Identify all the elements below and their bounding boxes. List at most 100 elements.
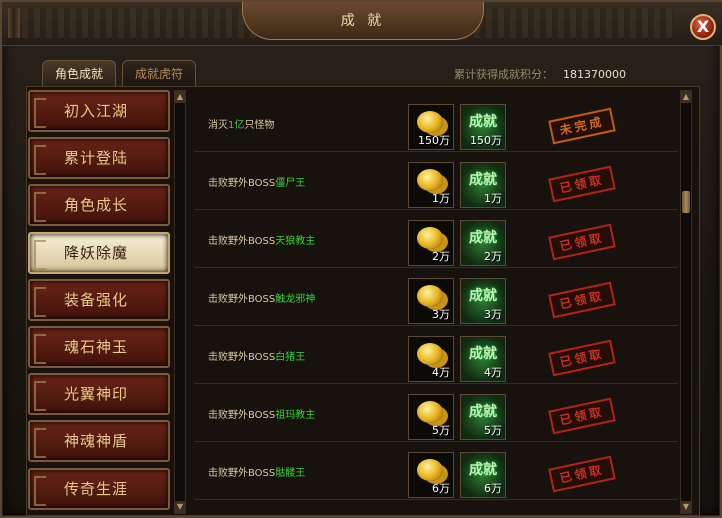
achievement-name: 击败野外BOSS骷髅王: [208, 464, 305, 479]
achievement-prefix: 击败野外BOSS: [208, 236, 276, 247]
status-stamp: 已领取: [548, 339, 616, 377]
achievement-target: 触龙邪神: [275, 294, 316, 305]
category-item[interactable]: 累计登陆: [28, 137, 170, 180]
achievement-point-amount: 4万: [484, 366, 502, 379]
achievement-name: 消灭1亿只怪物: [208, 116, 274, 131]
achievement-point-reward[interactable]: 成就 5万: [460, 394, 506, 440]
achievement-target: 僵尸王: [275, 178, 306, 189]
achievement-scrollbar[interactable]: ▲ ▼: [680, 90, 692, 514]
achievement-point-reward[interactable]: 成就 2万: [460, 220, 506, 266]
gold-reward[interactable]: 6万: [408, 452, 454, 498]
gold-coin-icon: [417, 459, 443, 481]
achievement-point-reward[interactable]: 成就 1万: [460, 162, 506, 208]
achievement-prefix: 击败野外BOSS: [208, 178, 276, 189]
achievement-prefix: 击败野外BOSS: [208, 468, 276, 479]
category-item[interactable]: 角色成长: [28, 184, 170, 227]
close-button[interactable]: X: [690, 14, 716, 40]
title-bar: 成 就 X: [2, 2, 722, 46]
gold-reward[interactable]: 150万: [408, 104, 454, 150]
gold-coin-icon: [417, 401, 443, 423]
achievement-point-reward[interactable]: 成就 4万: [460, 336, 506, 382]
status-stamp: 已领取: [548, 455, 616, 493]
gold-amount: 2万: [432, 250, 450, 263]
gold-reward[interactable]: 3万: [408, 278, 454, 324]
achievement-list: 消灭1亿只怪物 150万 成就 150万 未完成 击败野外BOSS僵尸王 1万 …: [194, 94, 678, 500]
achievement-point-amount: 150万: [470, 134, 502, 147]
tab-character-achievement[interactable]: 角色成就: [42, 60, 116, 86]
gold-amount: 6万: [432, 482, 450, 495]
gold-amount: 4万: [432, 366, 450, 379]
achievement-point-amount: 5万: [484, 424, 502, 437]
gold-coin-icon: [417, 169, 443, 191]
gold-reward[interactable]: 5万: [408, 394, 454, 440]
gold-reward[interactable]: 1万: [408, 162, 454, 208]
category-item[interactable]: 神魂神盾: [28, 420, 170, 463]
score-label: 累计获得成就积分：: [454, 68, 553, 81]
achievement-jade-icon: 成就: [469, 172, 497, 188]
achievement-row: 击败野外BOSS祖玛教主 5万 成就 5万 已领取: [194, 384, 678, 442]
achievement-target: 1亿: [228, 120, 245, 131]
achievement-jade-icon: 成就: [469, 404, 497, 420]
achievement-prefix: 击败野外BOSS: [208, 352, 276, 363]
category-item-active[interactable]: 降妖除魔: [28, 231, 170, 274]
achievement-row: 击败野外BOSS天狼教主 2万 成就 2万 已领取: [194, 210, 678, 268]
achievement-jade-icon: 成就: [469, 288, 497, 304]
scroll-thumb[interactable]: [682, 191, 690, 213]
achievement-row: 击败野外BOSS触龙邪神 3万 成就 3万 已领取: [194, 268, 678, 326]
scroll-down-icon[interactable]: ▼: [681, 501, 691, 513]
achievement-point-reward[interactable]: 成就 6万: [460, 452, 506, 498]
status-stamp: 已领取: [548, 397, 616, 435]
scroll-up-icon[interactable]: ▲: [681, 91, 691, 103]
achievement-suffix: 只怪物: [244, 120, 275, 131]
scroll-up-icon[interactable]: ▲: [175, 91, 185, 103]
gold-reward[interactable]: 4万: [408, 336, 454, 382]
category-item[interactable]: 装备强化: [28, 278, 170, 321]
gold-coin-icon: [417, 227, 443, 249]
achievement-point-amount: 1万: [484, 192, 502, 205]
achievement-point-reward[interactable]: 成就 3万: [460, 278, 506, 324]
left-ornament: [8, 8, 20, 38]
achievement-window: 成 就 X 角色成就 成就虎符 累计获得成就积分： 181370000 初入江湖 …: [0, 0, 722, 518]
gold-reward[interactable]: 2万: [408, 220, 454, 266]
gold-coin-icon: [417, 111, 443, 133]
window-title: 成 就: [242, 2, 484, 40]
status-stamp: 已领取: [548, 281, 616, 319]
achievement-prefix: 击败野外BOSS: [208, 410, 276, 421]
score-value: 181370000: [563, 68, 626, 81]
category-list: 初入江湖 累计登陆 角色成长 降妖除魔 装备强化 魂石神玉 光翼神印 神魂神盾 …: [28, 90, 172, 515]
category-item[interactable]: 传奇生涯: [28, 467, 170, 510]
achievement-name: 击败野外BOSS天狼教主: [208, 232, 315, 247]
achievement-target: 祖玛教主: [275, 410, 316, 421]
gold-amount: 1万: [432, 192, 450, 205]
status-stamp: 已领取: [548, 165, 616, 203]
status-stamp: 未完成: [548, 107, 616, 145]
gold-coin-icon: [417, 285, 443, 307]
achievement-row: 击败野外BOSS僵尸王 1万 成就 1万 已领取: [194, 152, 678, 210]
category-item[interactable]: 初入江湖: [28, 90, 170, 132]
achievement-point-amount: 3万: [484, 308, 502, 321]
gold-amount: 3万: [432, 308, 450, 321]
gold-amount: 5万: [432, 424, 450, 437]
achievement-prefix: 消灭: [208, 120, 228, 131]
gold-coin-icon: [417, 343, 443, 365]
achievement-point-amount: 6万: [484, 482, 502, 495]
achievement-row: 消灭1亿只怪物 150万 成就 150万 未完成: [194, 94, 678, 152]
achievement-point-reward[interactable]: 成就 150万: [460, 104, 506, 150]
achievement-prefix: 击败野外BOSS: [208, 294, 276, 305]
scroll-down-icon[interactable]: ▼: [175, 501, 185, 513]
achievement-score: 累计获得成就积分： 181370000: [454, 66, 626, 82]
category-scrollbar[interactable]: ▲ ▼: [174, 90, 186, 514]
achievement-name: 击败野外BOSS触龙邪神: [208, 290, 315, 305]
achievement-jade-icon: 成就: [469, 346, 497, 362]
category-item[interactable]: 光翼神印: [28, 373, 170, 416]
tab-achievement-token[interactable]: 成就虎符: [122, 60, 196, 86]
achievement-jade-icon: 成就: [469, 230, 497, 246]
category-item[interactable]: 魂石神玉: [28, 325, 170, 368]
gold-amount: 150万: [418, 134, 450, 147]
achievement-target: 骷髅王: [275, 468, 306, 479]
achievement-name: 击败野外BOSS僵尸王: [208, 174, 305, 189]
achievement-name: 击败野外BOSS白猪王: [208, 348, 305, 363]
achievement-row: 击败野外BOSS白猪王 4万 成就 4万 已领取: [194, 326, 678, 384]
achievement-row: 击败野外BOSS骷髅王 6万 成就 6万 已领取: [194, 442, 678, 500]
achievement-target: 白猪王: [275, 352, 306, 363]
